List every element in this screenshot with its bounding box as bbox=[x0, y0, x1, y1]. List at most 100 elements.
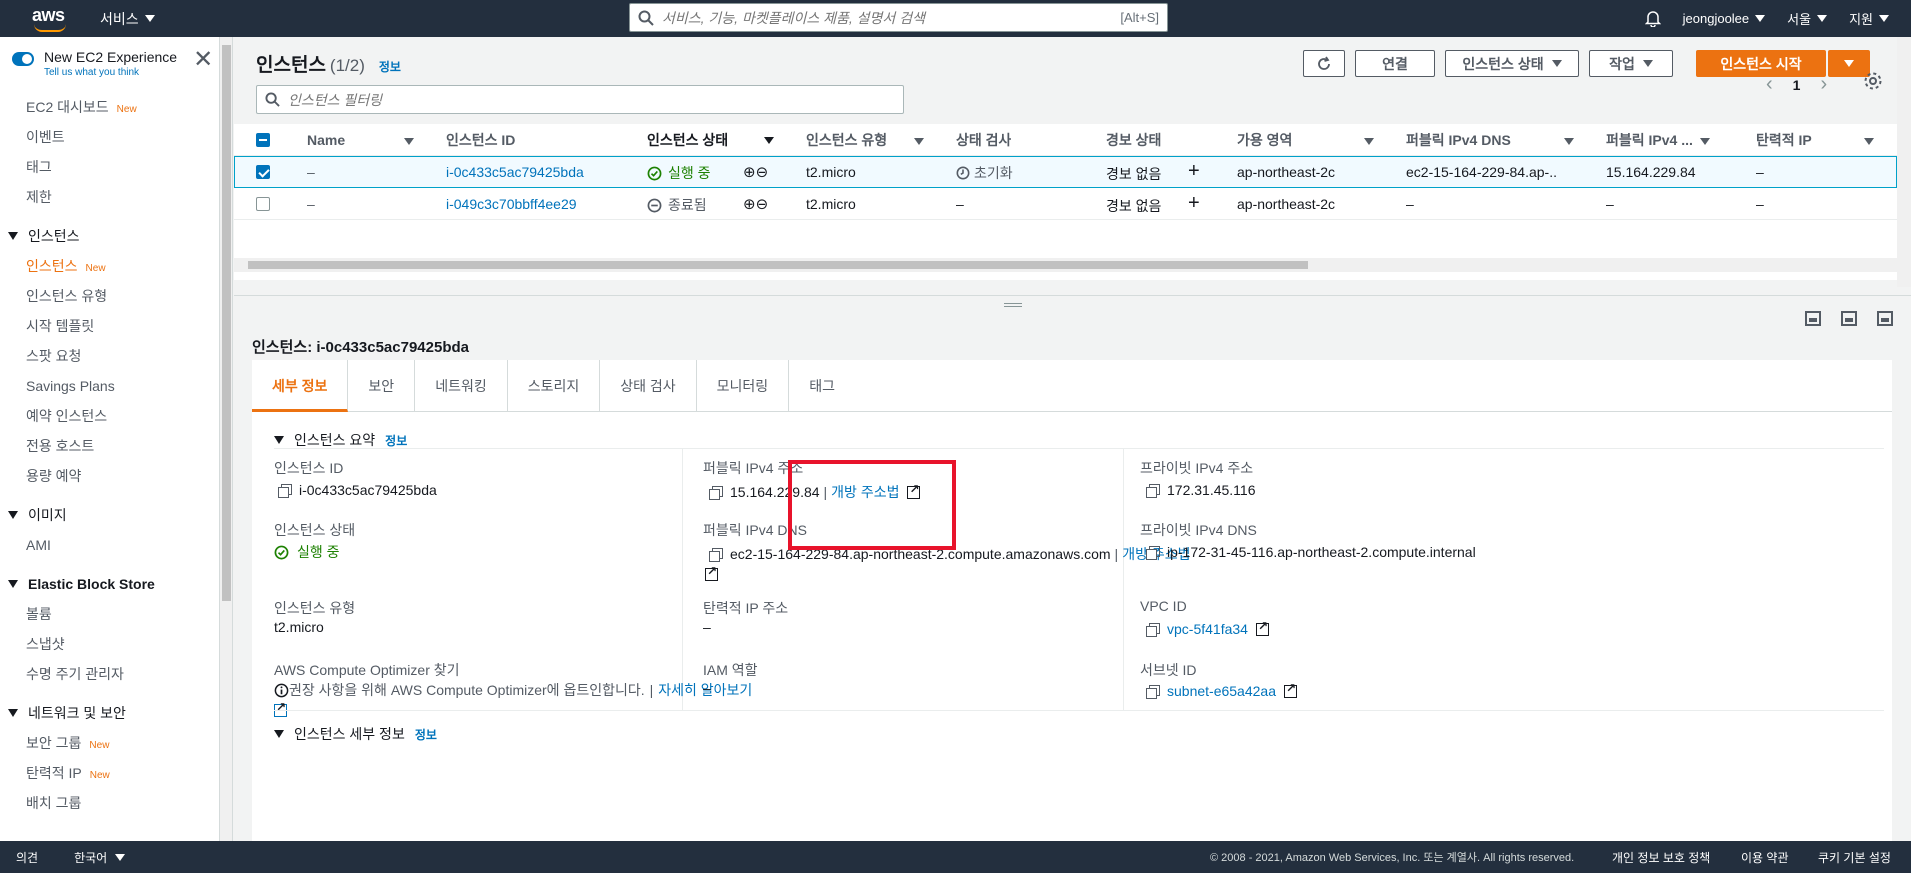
instance-filter-input[interactable] bbox=[288, 91, 903, 108]
close-icon[interactable]: ✕ bbox=[193, 48, 213, 72]
tab-storage[interactable]: 스토리지 bbox=[508, 359, 601, 412]
actions-button[interactable]: 작업 bbox=[1589, 50, 1673, 77]
cell-instance-id[interactable]: i-049c3c70bbff4ee29 bbox=[446, 196, 577, 212]
table-row[interactable]: – i-0c433c5ac79425bda 실행 중 ⊕⊖ t2.micro 초… bbox=[234, 156, 1897, 188]
tab-details[interactable]: 세부 정보 bbox=[252, 359, 349, 412]
col-header-instance-type[interactable]: 인스턴스 유형 bbox=[806, 130, 887, 150]
sort-icon[interactable] bbox=[764, 137, 774, 144]
table-row[interactable]: – i-049c3c70bbff4ee29 종료됨 ⊕⊖ t2.micro – … bbox=[234, 188, 1897, 220]
sidebar-item-dedicated-hosts[interactable]: 전용 호스트 bbox=[0, 431, 219, 461]
terms-link[interactable]: 이용 약관 bbox=[1741, 849, 1789, 866]
copy-icon[interactable] bbox=[278, 483, 292, 498]
tab-tags[interactable]: 태그 bbox=[789, 360, 855, 412]
services-menu[interactable]: 서비스 bbox=[100, 9, 155, 29]
tab-monitoring[interactable]: 모니터링 bbox=[697, 359, 790, 412]
copy-icon[interactable] bbox=[709, 547, 723, 562]
sidebar-item-launch-templates[interactable]: 시작 템플릿 bbox=[0, 311, 219, 341]
gear-icon[interactable] bbox=[1861, 69, 1885, 93]
col-header-public-dns[interactable]: 퍼블릭 IPv4 DNS bbox=[1406, 130, 1511, 150]
sidebar-item-spot-requests[interactable]: 스팟 요청 bbox=[0, 341, 219, 371]
col-header-instance-state[interactable]: 인스턴스 상태 bbox=[647, 130, 728, 150]
prev-page-icon[interactable]: ‹ bbox=[1766, 73, 1773, 96]
copy-icon[interactable] bbox=[1146, 622, 1160, 637]
col-header-instance-id[interactable]: 인스턴스 ID bbox=[446, 130, 515, 150]
filter-icon[interactable] bbox=[914, 138, 924, 145]
user-menu[interactable]: jeongjoolee bbox=[1683, 11, 1766, 26]
filter-icon[interactable] bbox=[404, 138, 414, 145]
col-header-elastic-ip[interactable]: 탄력적 IP bbox=[1756, 130, 1812, 150]
instance-filter[interactable] bbox=[256, 85, 904, 114]
vpc-id-link[interactable]: vpc-5f41fa34 bbox=[1167, 621, 1248, 637]
sidebar-scrollbar[interactable] bbox=[220, 37, 233, 841]
connect-button[interactable]: 연결 bbox=[1355, 50, 1435, 77]
add-alarm-icon[interactable]: + bbox=[1188, 192, 1200, 215]
cookie-preferences-link[interactable]: 쿠키 기본 설정 bbox=[1818, 849, 1891, 866]
scrollbar-thumb[interactable] bbox=[222, 45, 231, 601]
sidebar-section-images[interactable]: 이미지 bbox=[0, 500, 219, 530]
sidebar-item-placement-groups[interactable]: 배치 그룹 bbox=[0, 788, 219, 818]
col-header-availability-zone[interactable]: 가용 영역 bbox=[1237, 130, 1292, 150]
zoom-icons[interactable]: ⊕⊖ bbox=[743, 163, 768, 181]
sidebar-item-limits[interactable]: 제한 bbox=[0, 182, 219, 212]
copy-icon[interactable] bbox=[1146, 483, 1160, 498]
filter-icon[interactable] bbox=[1864, 138, 1874, 145]
sidebar-item-ami[interactable]: AMI bbox=[0, 530, 219, 560]
table-horizontal-scrollbar[interactable] bbox=[234, 258, 1897, 272]
aws-logo[interactable]: aws bbox=[32, 5, 72, 33]
feedback-link[interactable]: Tell us what you think bbox=[44, 67, 177, 78]
external-link-icon[interactable] bbox=[1284, 681, 1297, 698]
new-experience-toggle[interactable] bbox=[12, 52, 34, 66]
row-checkbox[interactable] bbox=[256, 197, 270, 211]
sidebar-item-instance-types[interactable]: 인스턴스 유형 bbox=[0, 281, 219, 311]
pane-side-icon[interactable] bbox=[1841, 311, 1857, 326]
global-search-input[interactable] bbox=[662, 9, 1121, 26]
filter-icon[interactable] bbox=[1700, 138, 1710, 145]
col-header-alarm-status[interactable]: 경보 상태 bbox=[1106, 130, 1161, 150]
info-link[interactable]: 정보 bbox=[379, 58, 401, 75]
external-link-icon[interactable] bbox=[1255, 619, 1269, 636]
info-link[interactable]: 정보 bbox=[385, 432, 407, 449]
current-page[interactable]: 1 bbox=[1793, 77, 1801, 93]
copy-icon[interactable] bbox=[1146, 545, 1160, 560]
filter-icon[interactable] bbox=[1364, 138, 1374, 145]
col-header-public-ip[interactable]: 퍼블릭 IPv4 ... bbox=[1606, 130, 1693, 150]
select-all-checkbox[interactable] bbox=[256, 133, 270, 147]
info-link[interactable]: 정보 bbox=[415, 726, 437, 743]
sidebar-item-snapshots[interactable]: 스냅샷 bbox=[0, 629, 219, 659]
main-vertical-scrollbar[interactable] bbox=[1897, 37, 1911, 287]
sidebar-item-instances[interactable]: 인스턴스 New bbox=[0, 251, 219, 281]
cell-instance-id[interactable]: i-0c433c5ac79425bda bbox=[446, 164, 584, 180]
split-drag-handle[interactable] bbox=[1004, 303, 1022, 307]
region-menu[interactable]: 서울 bbox=[1787, 9, 1828, 28]
pane-full-icon[interactable] bbox=[1877, 311, 1893, 326]
sidebar-section-ebs[interactable]: Elastic Block Store bbox=[0, 569, 219, 599]
sidebar-item-reserved-instances[interactable]: 예약 인스턴스 bbox=[0, 401, 219, 431]
subnet-id-link[interactable]: subnet-e65a42aa bbox=[1167, 683, 1276, 699]
sidebar-item-tags[interactable]: 태그 bbox=[0, 152, 219, 182]
support-menu[interactable]: 지원 bbox=[1849, 9, 1889, 28]
sidebar-item-security-groups[interactable]: 보안 그룹 New bbox=[0, 728, 219, 758]
language-selector[interactable]: 한국어 bbox=[74, 849, 126, 866]
sidebar-section-instances[interactable]: 인스턴스 bbox=[0, 221, 219, 251]
instance-state-button[interactable]: 인스턴스 상태 bbox=[1445, 50, 1579, 77]
sidebar-item-savings-plans[interactable]: Savings Plans bbox=[0, 371, 219, 401]
sidebar-item-volumes[interactable]: 볼륨 bbox=[0, 599, 219, 629]
summary-section-toggle[interactable]: 인스턴스 요약 정보 bbox=[274, 430, 407, 450]
sidebar-item-capacity-reservations[interactable]: 용량 예약 bbox=[0, 461, 219, 491]
copy-icon[interactable] bbox=[1146, 684, 1160, 699]
tab-networking[interactable]: 네트워킹 bbox=[415, 359, 508, 412]
col-header-status-check[interactable]: 상태 검사 bbox=[956, 130, 1011, 150]
col-header-name[interactable]: Name bbox=[307, 132, 345, 148]
sidebar-item-ec2-dashboard[interactable]: EC2 대시보드 New bbox=[0, 92, 219, 122]
pane-bottom-icon[interactable] bbox=[1805, 311, 1821, 326]
tab-status-checks[interactable]: 상태 검사 bbox=[600, 359, 697, 412]
sidebar-item-events[interactable]: 이벤트 bbox=[0, 122, 219, 152]
external-link-icon[interactable] bbox=[705, 564, 718, 581]
add-alarm-icon[interactable]: + bbox=[1188, 160, 1200, 183]
notifications-button[interactable] bbox=[1644, 10, 1661, 27]
copy-icon[interactable] bbox=[709, 485, 723, 500]
sidebar-section-network-security[interactable]: 네트워크 및 보안 bbox=[0, 698, 219, 728]
instance-details-section-toggle[interactable]: 인스턴스 세부 정보 정보 bbox=[274, 724, 437, 744]
zoom-icons[interactable]: ⊕⊖ bbox=[743, 195, 768, 213]
tab-security[interactable]: 보안 bbox=[348, 359, 416, 412]
